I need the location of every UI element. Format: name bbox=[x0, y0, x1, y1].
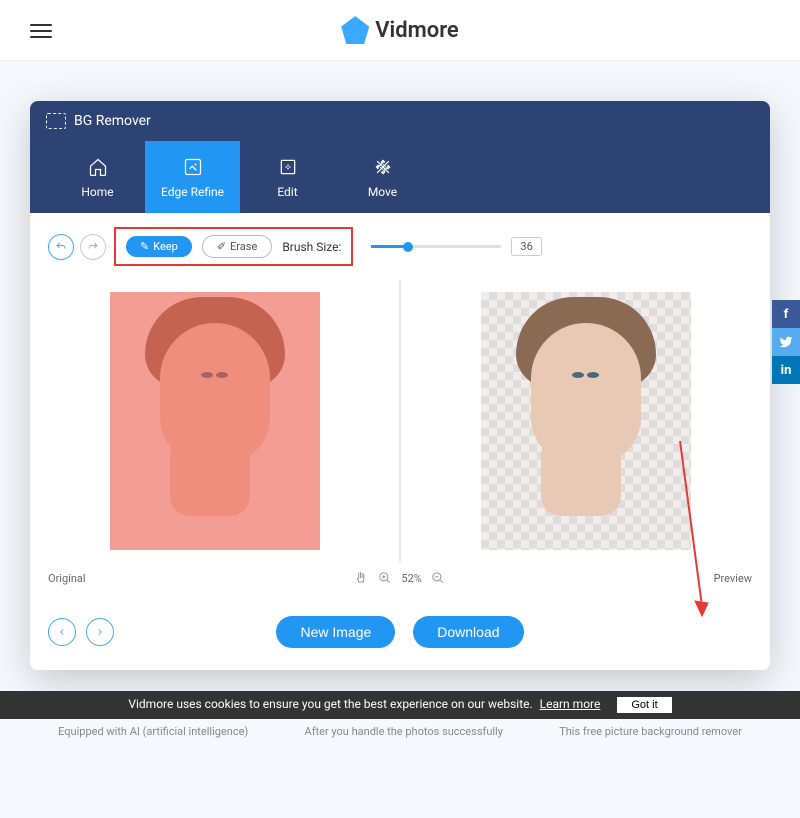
original-image[interactable] bbox=[110, 292, 320, 550]
cookie-banner: Vidmore uses cookies to ensure you get t… bbox=[0, 691, 800, 719]
twitter-button[interactable] bbox=[772, 328, 800, 356]
next-button[interactable] bbox=[86, 618, 114, 646]
tab-label: Edge Refine bbox=[145, 185, 240, 199]
move-icon bbox=[335, 155, 430, 179]
cookie-text: Vidmore uses cookies to ensure you get t… bbox=[128, 697, 532, 711]
preview-panel bbox=[401, 280, 770, 562]
workspace bbox=[30, 280, 770, 562]
logo[interactable]: Vidmore bbox=[341, 16, 459, 44]
app-icon bbox=[46, 113, 66, 129]
zoom-value: 52% bbox=[401, 572, 421, 585]
preview-image[interactable] bbox=[481, 292, 691, 550]
logo-icon bbox=[341, 16, 369, 44]
zoom-in-icon[interactable] bbox=[377, 570, 393, 586]
home-icon bbox=[50, 155, 145, 179]
tab-label: Home bbox=[50, 185, 145, 199]
menu-icon[interactable] bbox=[30, 20, 52, 42]
eraser-icon: ✐ bbox=[217, 240, 226, 253]
app-window: BG Remover Home Edge Refine Edit Move bbox=[30, 101, 770, 670]
redo-button[interactable] bbox=[80, 234, 106, 260]
keep-button[interactable]: ✎Keep bbox=[126, 236, 192, 257]
brush-size-control: 36 bbox=[371, 237, 541, 256]
edge-refine-icon bbox=[145, 155, 240, 179]
app-title: BG Remover bbox=[74, 113, 151, 129]
app-titlebar: BG Remover bbox=[30, 101, 770, 141]
facebook-button[interactable]: f bbox=[772, 300, 800, 328]
brush-icon: ✎ bbox=[140, 240, 149, 253]
brush-size-slider[interactable] bbox=[371, 245, 501, 248]
undo-button[interactable] bbox=[48, 234, 74, 260]
download-button[interactable]: Download bbox=[413, 616, 523, 648]
toolbar: ✎Keep ✐Erase Brush Size: 36 bbox=[30, 213, 770, 280]
brush-size-value: 36 bbox=[511, 237, 541, 256]
zoom-out-icon[interactable] bbox=[430, 570, 446, 586]
cookie-accept-button[interactable]: Got it bbox=[617, 697, 671, 713]
cookie-learn-more[interactable]: Learn more bbox=[540, 697, 601, 711]
tab-label: Move bbox=[335, 185, 430, 199]
annotation-highlight: ✎Keep ✐Erase Brush Size: bbox=[114, 227, 353, 266]
social-bar: f in bbox=[772, 300, 800, 384]
linkedin-button[interactable]: in bbox=[772, 356, 800, 384]
tab-bar: Home Edge Refine Edit Move bbox=[30, 141, 770, 213]
workspace-footer: Original 52% Preview bbox=[30, 562, 770, 594]
tab-label: Edit bbox=[240, 185, 335, 199]
tab-move[interactable]: Move bbox=[335, 141, 430, 213]
tab-home[interactable]: Home bbox=[50, 141, 145, 213]
action-bar: New Image Download bbox=[30, 594, 770, 670]
tab-edit[interactable]: Edit bbox=[240, 141, 335, 213]
tab-edge-refine[interactable]: Edge Refine bbox=[145, 141, 240, 213]
preview-label: Preview bbox=[714, 572, 752, 585]
original-label: Original bbox=[48, 572, 86, 585]
original-panel bbox=[30, 280, 399, 562]
prev-button[interactable] bbox=[48, 618, 76, 646]
erase-button[interactable]: ✐Erase bbox=[202, 235, 272, 258]
top-nav: Vidmore bbox=[0, 0, 800, 61]
brand-text: Vidmore bbox=[375, 18, 459, 43]
pan-icon[interactable] bbox=[353, 570, 369, 586]
edit-icon bbox=[240, 155, 335, 179]
new-image-button[interactable]: New Image bbox=[276, 616, 395, 648]
brush-size-label: Brush Size: bbox=[282, 240, 341, 254]
